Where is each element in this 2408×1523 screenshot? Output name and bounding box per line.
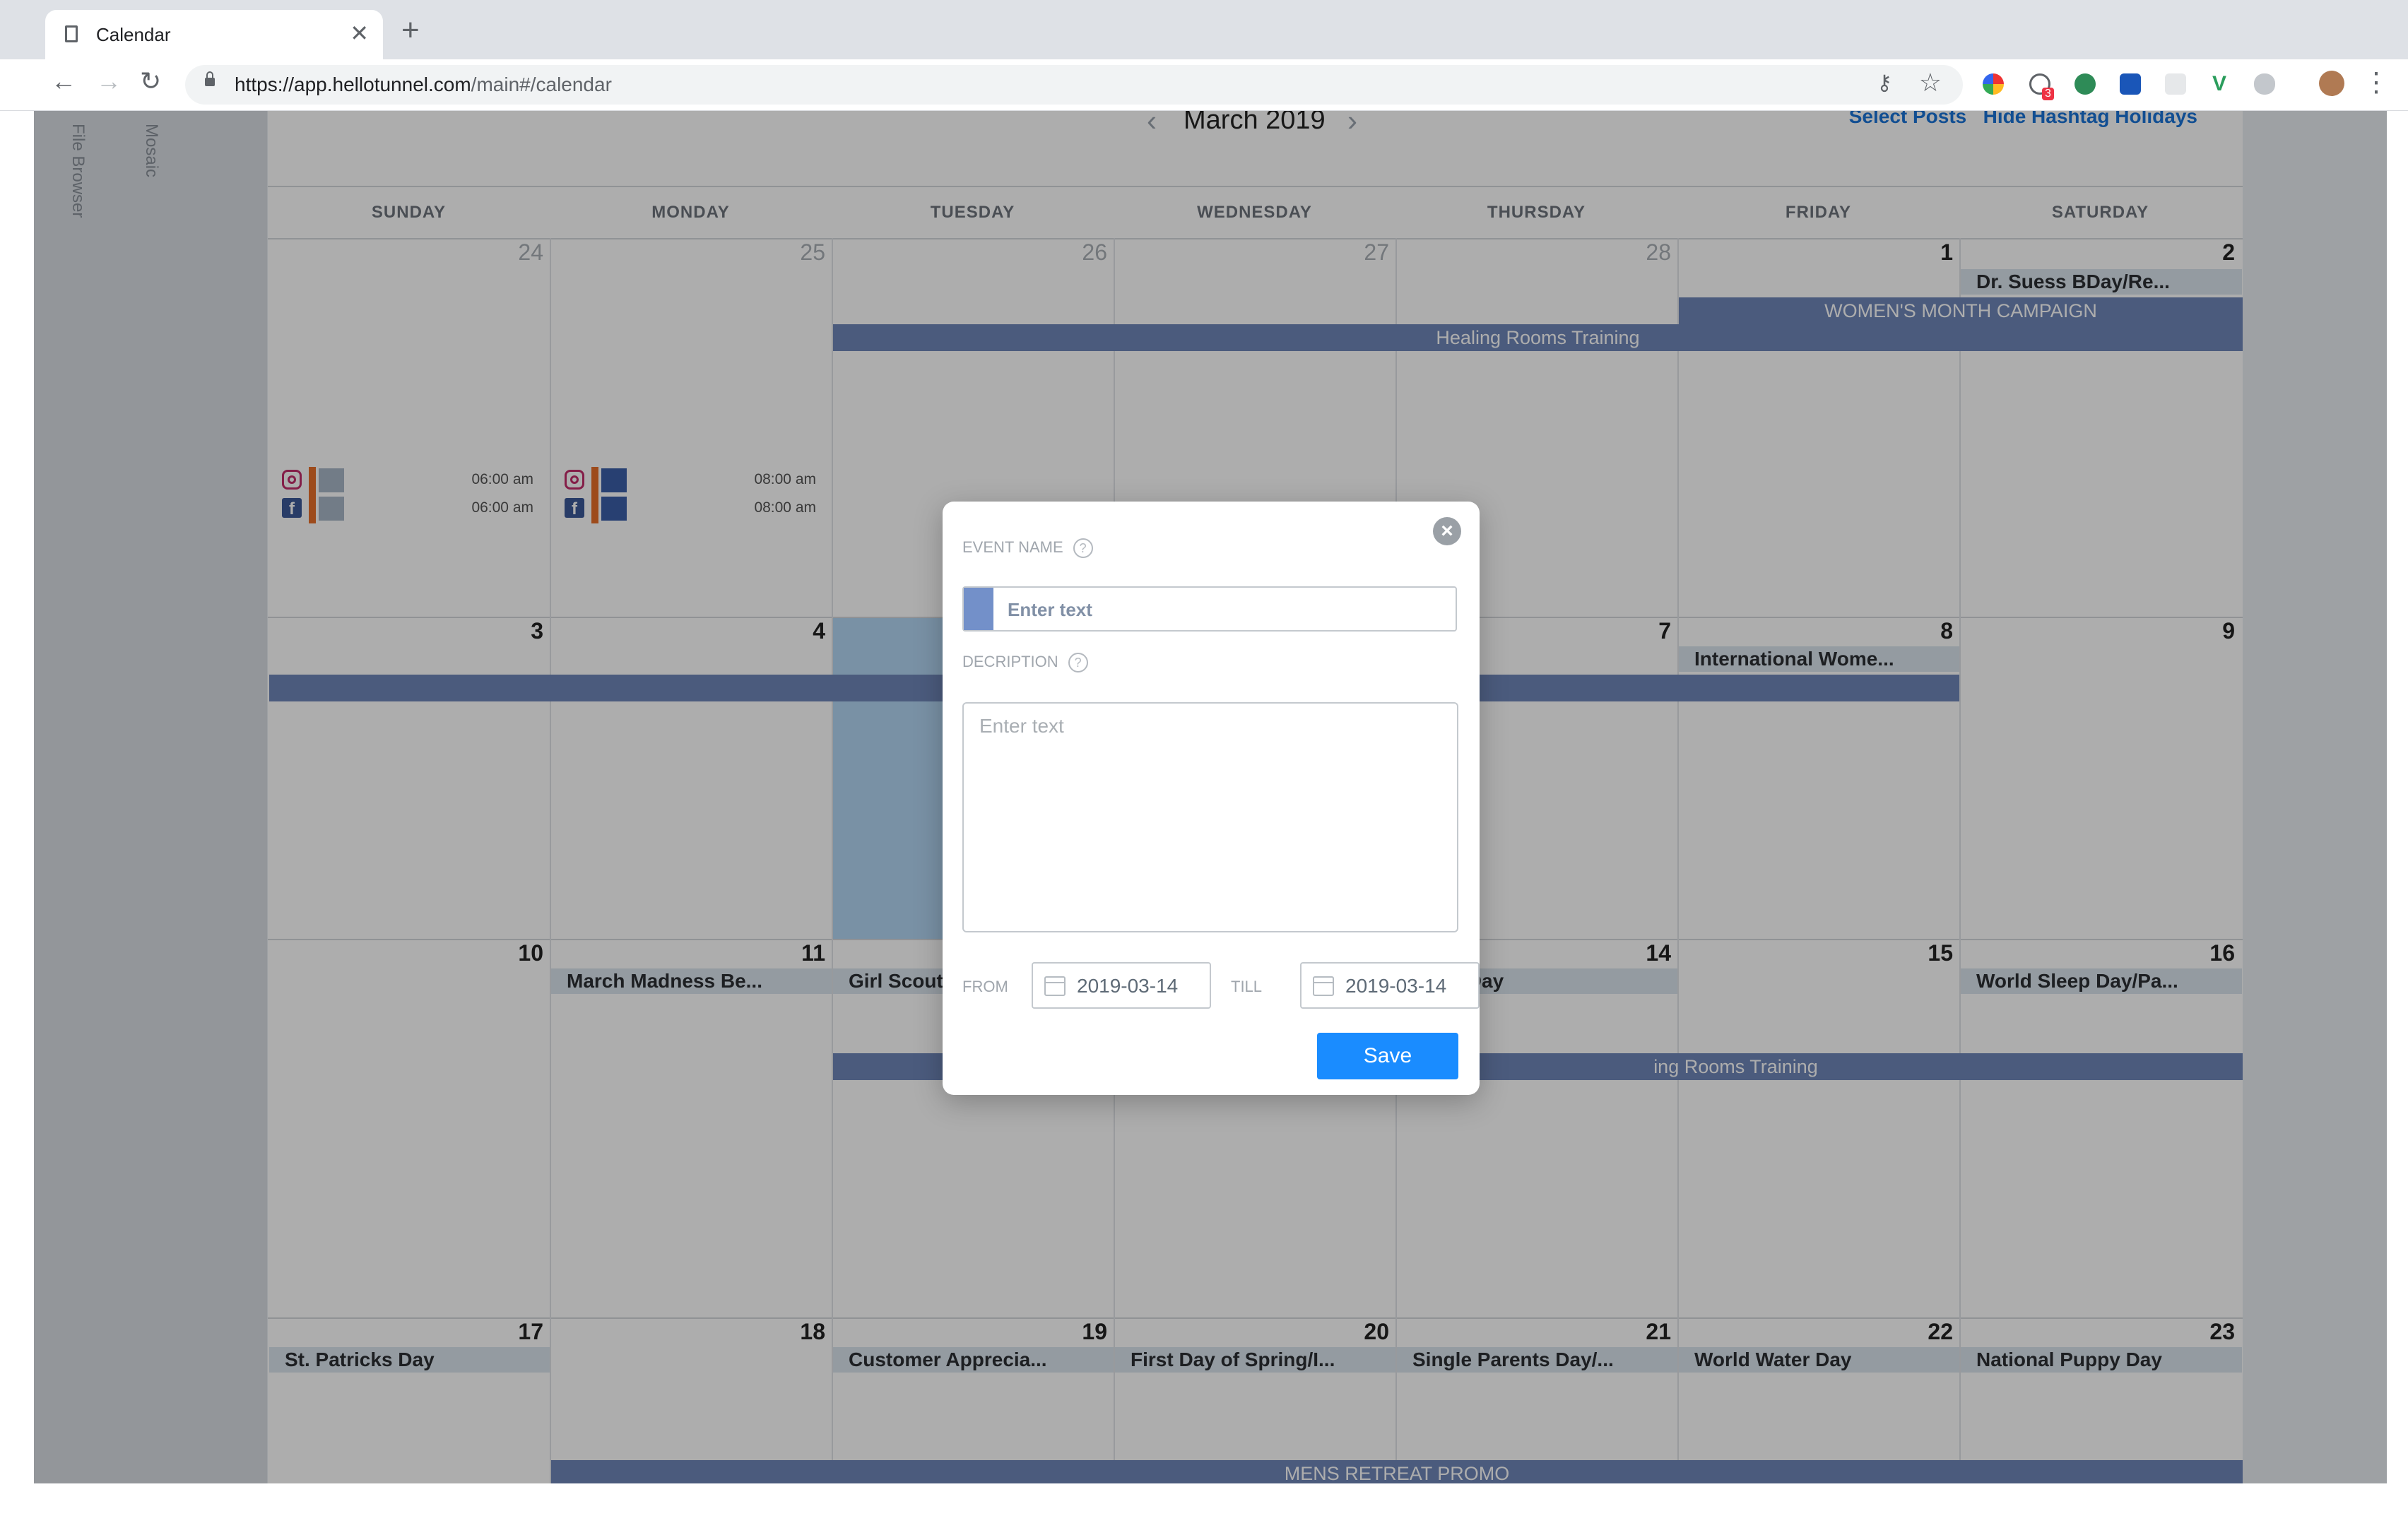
help-icon[interactable]: ? [1068, 653, 1088, 673]
lock-icon [205, 71, 215, 86]
browser-tabstrip: Calendar ✕ + [0, 0, 2408, 59]
browser-tab-calendar[interactable]: Calendar ✕ [45, 10, 383, 59]
close-tab-icon[interactable]: ✕ [350, 20, 369, 47]
save-button[interactable]: Save [1317, 1033, 1458, 1079]
from-date-value: 2019-03-14 [1077, 975, 1179, 997]
till-label: TILL [1231, 978, 1263, 995]
back-icon[interactable]: ← [51, 66, 76, 96]
event-name-input[interactable] [1006, 595, 1447, 624]
extension-badge: 3 [2042, 88, 2054, 100]
bookmark-star-icon[interactable]: ☆ [1919, 68, 1942, 97]
help-icon[interactable]: ? [1073, 538, 1093, 559]
from-date-field[interactable]: 2019-03-14 [1032, 962, 1211, 1009]
event-name-label: EVENT NAME? [962, 538, 1093, 559]
tab-title: Calendar [96, 24, 171, 45]
cloud-extension-icon[interactable] [2254, 73, 2275, 95]
till-date-value: 2019-03-14 [1345, 975, 1447, 997]
reload-icon[interactable]: ↻ [140, 66, 161, 96]
new-event-modal: × EVENT NAME? DECRIPTION? FROM 2019-03-1… [943, 502, 1480, 1095]
description-label: DECRIPTION? [962, 653, 1088, 673]
color-extension-icon[interactable] [1983, 73, 2004, 95]
calendar-icon [1313, 976, 1334, 996]
blank-extension-icon[interactable] [2165, 73, 2186, 95]
key-icon[interactable]: ⚷ [1877, 71, 1892, 95]
event-color-swatch[interactable] [964, 588, 993, 630]
calendar-icon [1044, 976, 1066, 996]
till-date-field[interactable]: 2019-03-14 [1300, 962, 1480, 1009]
close-modal-icon[interactable]: × [1433, 517, 1461, 545]
vue-extension-icon[interactable]: V [2209, 73, 2230, 95]
address-bar[interactable]: https://app.hellotunnel.com/main#/calend… [185, 65, 1963, 105]
profile-avatar[interactable] [2319, 71, 2344, 96]
browser-toolbar: ← → ↻ https://app.hellotunnel.com/main#/… [0, 59, 2408, 111]
bookmark-extension-icon[interactable] [2120, 73, 2141, 95]
event-name-field [962, 586, 1457, 632]
new-tab-icon[interactable]: + [401, 13, 420, 48]
document-icon [65, 25, 78, 42]
url-text[interactable]: https://app.hellotunnel.com/main#/calend… [235, 73, 612, 96]
browser-menu-icon[interactable]: ⋮ [2363, 66, 2390, 98]
green-extension-icon[interactable] [2074, 73, 2096, 95]
description-textarea[interactable] [962, 702, 1458, 932]
from-label: FROM [962, 978, 1008, 995]
forward-icon[interactable]: → [96, 66, 122, 96]
